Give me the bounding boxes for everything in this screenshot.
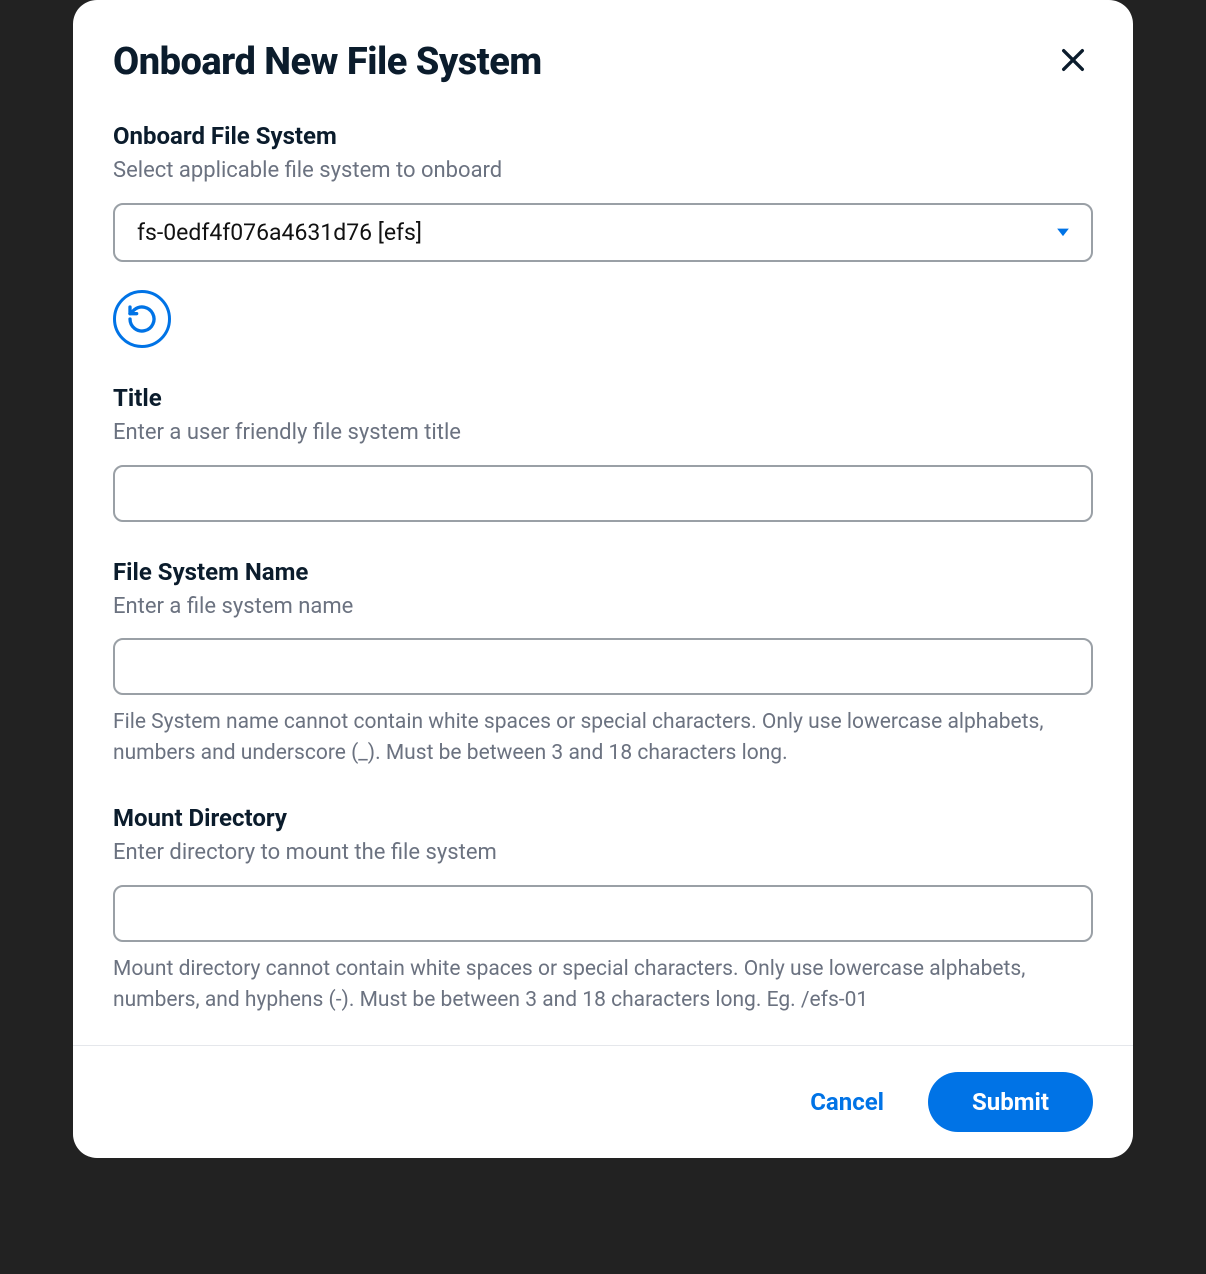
mount-description: Enter directory to mount the file system bbox=[113, 838, 1093, 869]
modal-header: Onboard New File System bbox=[113, 40, 1093, 84]
mount-help: Mount directory cannot contain white spa… bbox=[113, 954, 1093, 1015]
filesystem-name-group: File System Name Enter a file system nam… bbox=[113, 558, 1093, 769]
cancel-button[interactable]: Cancel bbox=[802, 1078, 892, 1126]
filesystem-name-label: File System Name bbox=[113, 558, 1093, 586]
refresh-button[interactable] bbox=[113, 290, 171, 348]
mount-group: Mount Directory Enter directory to mount… bbox=[113, 804, 1093, 1015]
filesystem-group: Onboard File System Select applicable fi… bbox=[113, 122, 1093, 348]
filesystem-select[interactable]: fs-0edf4f076a4631d76 [efs] bbox=[113, 203, 1093, 262]
title-group: Title Enter a user friendly file system … bbox=[113, 384, 1093, 522]
submit-button[interactable]: Submit bbox=[928, 1072, 1093, 1132]
title-description: Enter a user friendly file system title bbox=[113, 418, 1093, 449]
modal-content: Onboard New File System Onboard File Sys… bbox=[73, 0, 1133, 1045]
close-button[interactable] bbox=[1053, 40, 1093, 80]
onboard-filesystem-modal: Onboard New File System Onboard File Sys… bbox=[73, 0, 1133, 1158]
filesystem-name-description: Enter a file system name bbox=[113, 592, 1093, 623]
filesystem-label: Onboard File System bbox=[113, 122, 1093, 150]
mount-label: Mount Directory bbox=[113, 804, 1093, 832]
filesystem-select-wrapper: fs-0edf4f076a4631d76 [efs] bbox=[113, 203, 1093, 262]
mount-input[interactable] bbox=[113, 885, 1093, 942]
title-label: Title bbox=[113, 384, 1093, 412]
filesystem-description: Select applicable file system to onboard bbox=[113, 156, 1093, 187]
filesystem-name-input[interactable] bbox=[113, 638, 1093, 695]
filesystem-name-help: File System name cannot contain white sp… bbox=[113, 707, 1093, 768]
refresh-icon bbox=[126, 303, 158, 335]
modal-footer: Cancel Submit bbox=[73, 1045, 1133, 1158]
modal-title: Onboard New File System bbox=[113, 40, 542, 84]
title-input[interactable] bbox=[113, 465, 1093, 522]
close-icon bbox=[1057, 44, 1089, 76]
